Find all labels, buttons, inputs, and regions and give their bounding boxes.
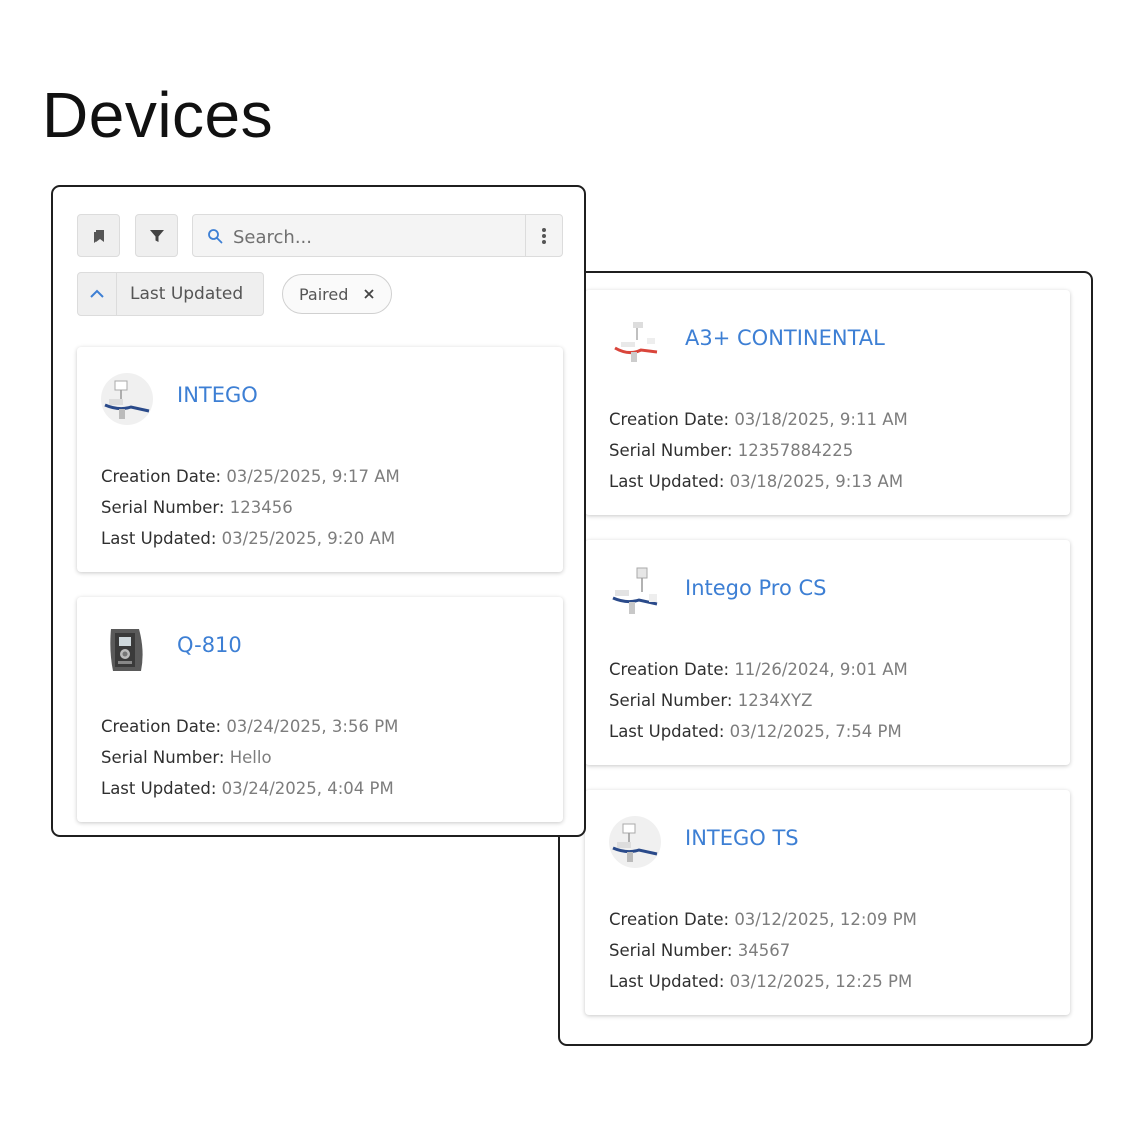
device-card[interactable]: INTEGO TS Creation Date: 03/12/2025, 12:… — [585, 790, 1070, 1015]
page-title: Devices — [42, 79, 274, 151]
serial-number-label: Serial Number: — [609, 691, 733, 710]
search-input[interactable] — [231, 221, 515, 253]
creation-date-value: 03/24/2025, 3:56 PM — [226, 717, 399, 736]
creation-date-label: Creation Date: — [609, 410, 730, 429]
close-icon[interactable] — [361, 286, 377, 302]
last-updated-value: 03/25/2025, 9:20 AM — [221, 529, 396, 548]
creation-date-label: Creation Date: — [101, 467, 222, 486]
last-updated-label: Last Updated: — [609, 472, 725, 491]
device-thumbnail — [609, 816, 661, 868]
search-box — [192, 214, 563, 257]
device-details: Creation Date: 11/26/2024, 9:01 AM Seria… — [609, 654, 908, 747]
device-card[interactable]: Q-810 Creation Date: 03/24/2025, 3:56 PM… — [77, 597, 563, 822]
device-card[interactable]: Intego Pro CS Creation Date: 11/26/2024,… — [585, 540, 1070, 765]
device-name-link[interactable]: A3+ CONTINENTAL — [685, 326, 885, 350]
creation-date-label: Creation Date: — [609, 910, 730, 929]
device-name-link[interactable]: INTEGO TS — [685, 826, 799, 850]
serial-number-value: 1234XYZ — [737, 691, 813, 710]
serial-number-value: 123456 — [229, 498, 293, 517]
device-details: Creation Date: 03/25/2025, 9:17 AM Seria… — [101, 461, 400, 554]
device-name-link[interactable]: Q-810 — [177, 633, 242, 657]
serial-number-label: Serial Number: — [101, 748, 225, 767]
device-card[interactable]: A3+ CONTINENTAL Creation Date: 03/18/202… — [585, 290, 1070, 515]
sort-control[interactable]: Last Updated — [77, 272, 264, 316]
filter-chip-paired[interactable]: Paired — [282, 274, 392, 314]
serial-number-value: 34567 — [737, 941, 791, 960]
device-details: Creation Date: 03/12/2025, 12:09 PM Seri… — [609, 904, 917, 997]
last-updated-label: Last Updated: — [101, 529, 217, 548]
creation-date-value: 03/12/2025, 12:09 PM — [734, 910, 917, 929]
serial-number-label: Serial Number: — [609, 941, 733, 960]
last-updated-value: 03/18/2025, 9:13 AM — [729, 472, 904, 491]
filter-button[interactable] — [135, 214, 178, 257]
bookmarks-icon — [93, 229, 104, 243]
toolbar — [77, 214, 563, 257]
chevron-up-icon — [90, 289, 104, 298]
device-thumbnail — [612, 567, 658, 614]
last-updated-value: 03/12/2025, 12:25 PM — [729, 972, 913, 991]
creation-date-value: 03/18/2025, 9:11 AM — [734, 410, 908, 429]
creation-date-value: 11/26/2024, 9:01 AM — [734, 660, 908, 679]
serial-number-value: Hello — [229, 748, 272, 767]
device-thumbnail — [614, 322, 658, 362]
sort-label: Last Updated — [130, 284, 244, 304]
devices-panel-right: A3+ CONTINENTAL Creation Date: 03/18/202… — [558, 271, 1093, 1046]
device-card[interactable]: INTEGO Creation Date: 03/25/2025, 9:17 A… — [77, 347, 563, 572]
last-updated-label: Last Updated: — [609, 972, 725, 991]
serial-number-label: Serial Number: — [101, 498, 225, 517]
more-vert-icon — [542, 227, 546, 244]
more-options-button[interactable] — [525, 215, 562, 256]
last-updated-value: 03/24/2025, 4:04 PM — [221, 779, 394, 798]
last-updated-label: Last Updated: — [101, 779, 217, 798]
bookmarks-button[interactable] — [77, 214, 120, 257]
search-icon — [208, 229, 223, 244]
filter-icon — [149, 229, 164, 242]
device-thumbnail — [101, 373, 153, 425]
device-details: Creation Date: 03/18/2025, 9:11 AM Seria… — [609, 404, 908, 497]
serial-number-label: Serial Number: — [609, 441, 733, 460]
devices-panel-left: Last Updated Paired INTEGO Creation Date… — [51, 185, 586, 837]
last-updated-label: Last Updated: — [609, 722, 725, 741]
device-thumbnail — [110, 629, 143, 671]
serial-number-value: 12357884225 — [737, 441, 854, 460]
last-updated-value: 03/12/2025, 7:54 PM — [729, 722, 902, 741]
creation-date-label: Creation Date: — [101, 717, 222, 736]
creation-date-label: Creation Date: — [609, 660, 730, 679]
device-details: Creation Date: 03/24/2025, 3:56 PM Seria… — [101, 711, 398, 804]
creation-date-value: 03/25/2025, 9:17 AM — [226, 467, 400, 486]
device-name-link[interactable]: Intego Pro CS — [685, 576, 827, 600]
filter-chip-label: Paired — [299, 285, 349, 304]
sort-direction-button[interactable] — [78, 273, 117, 315]
device-name-link[interactable]: INTEGO — [177, 383, 258, 407]
